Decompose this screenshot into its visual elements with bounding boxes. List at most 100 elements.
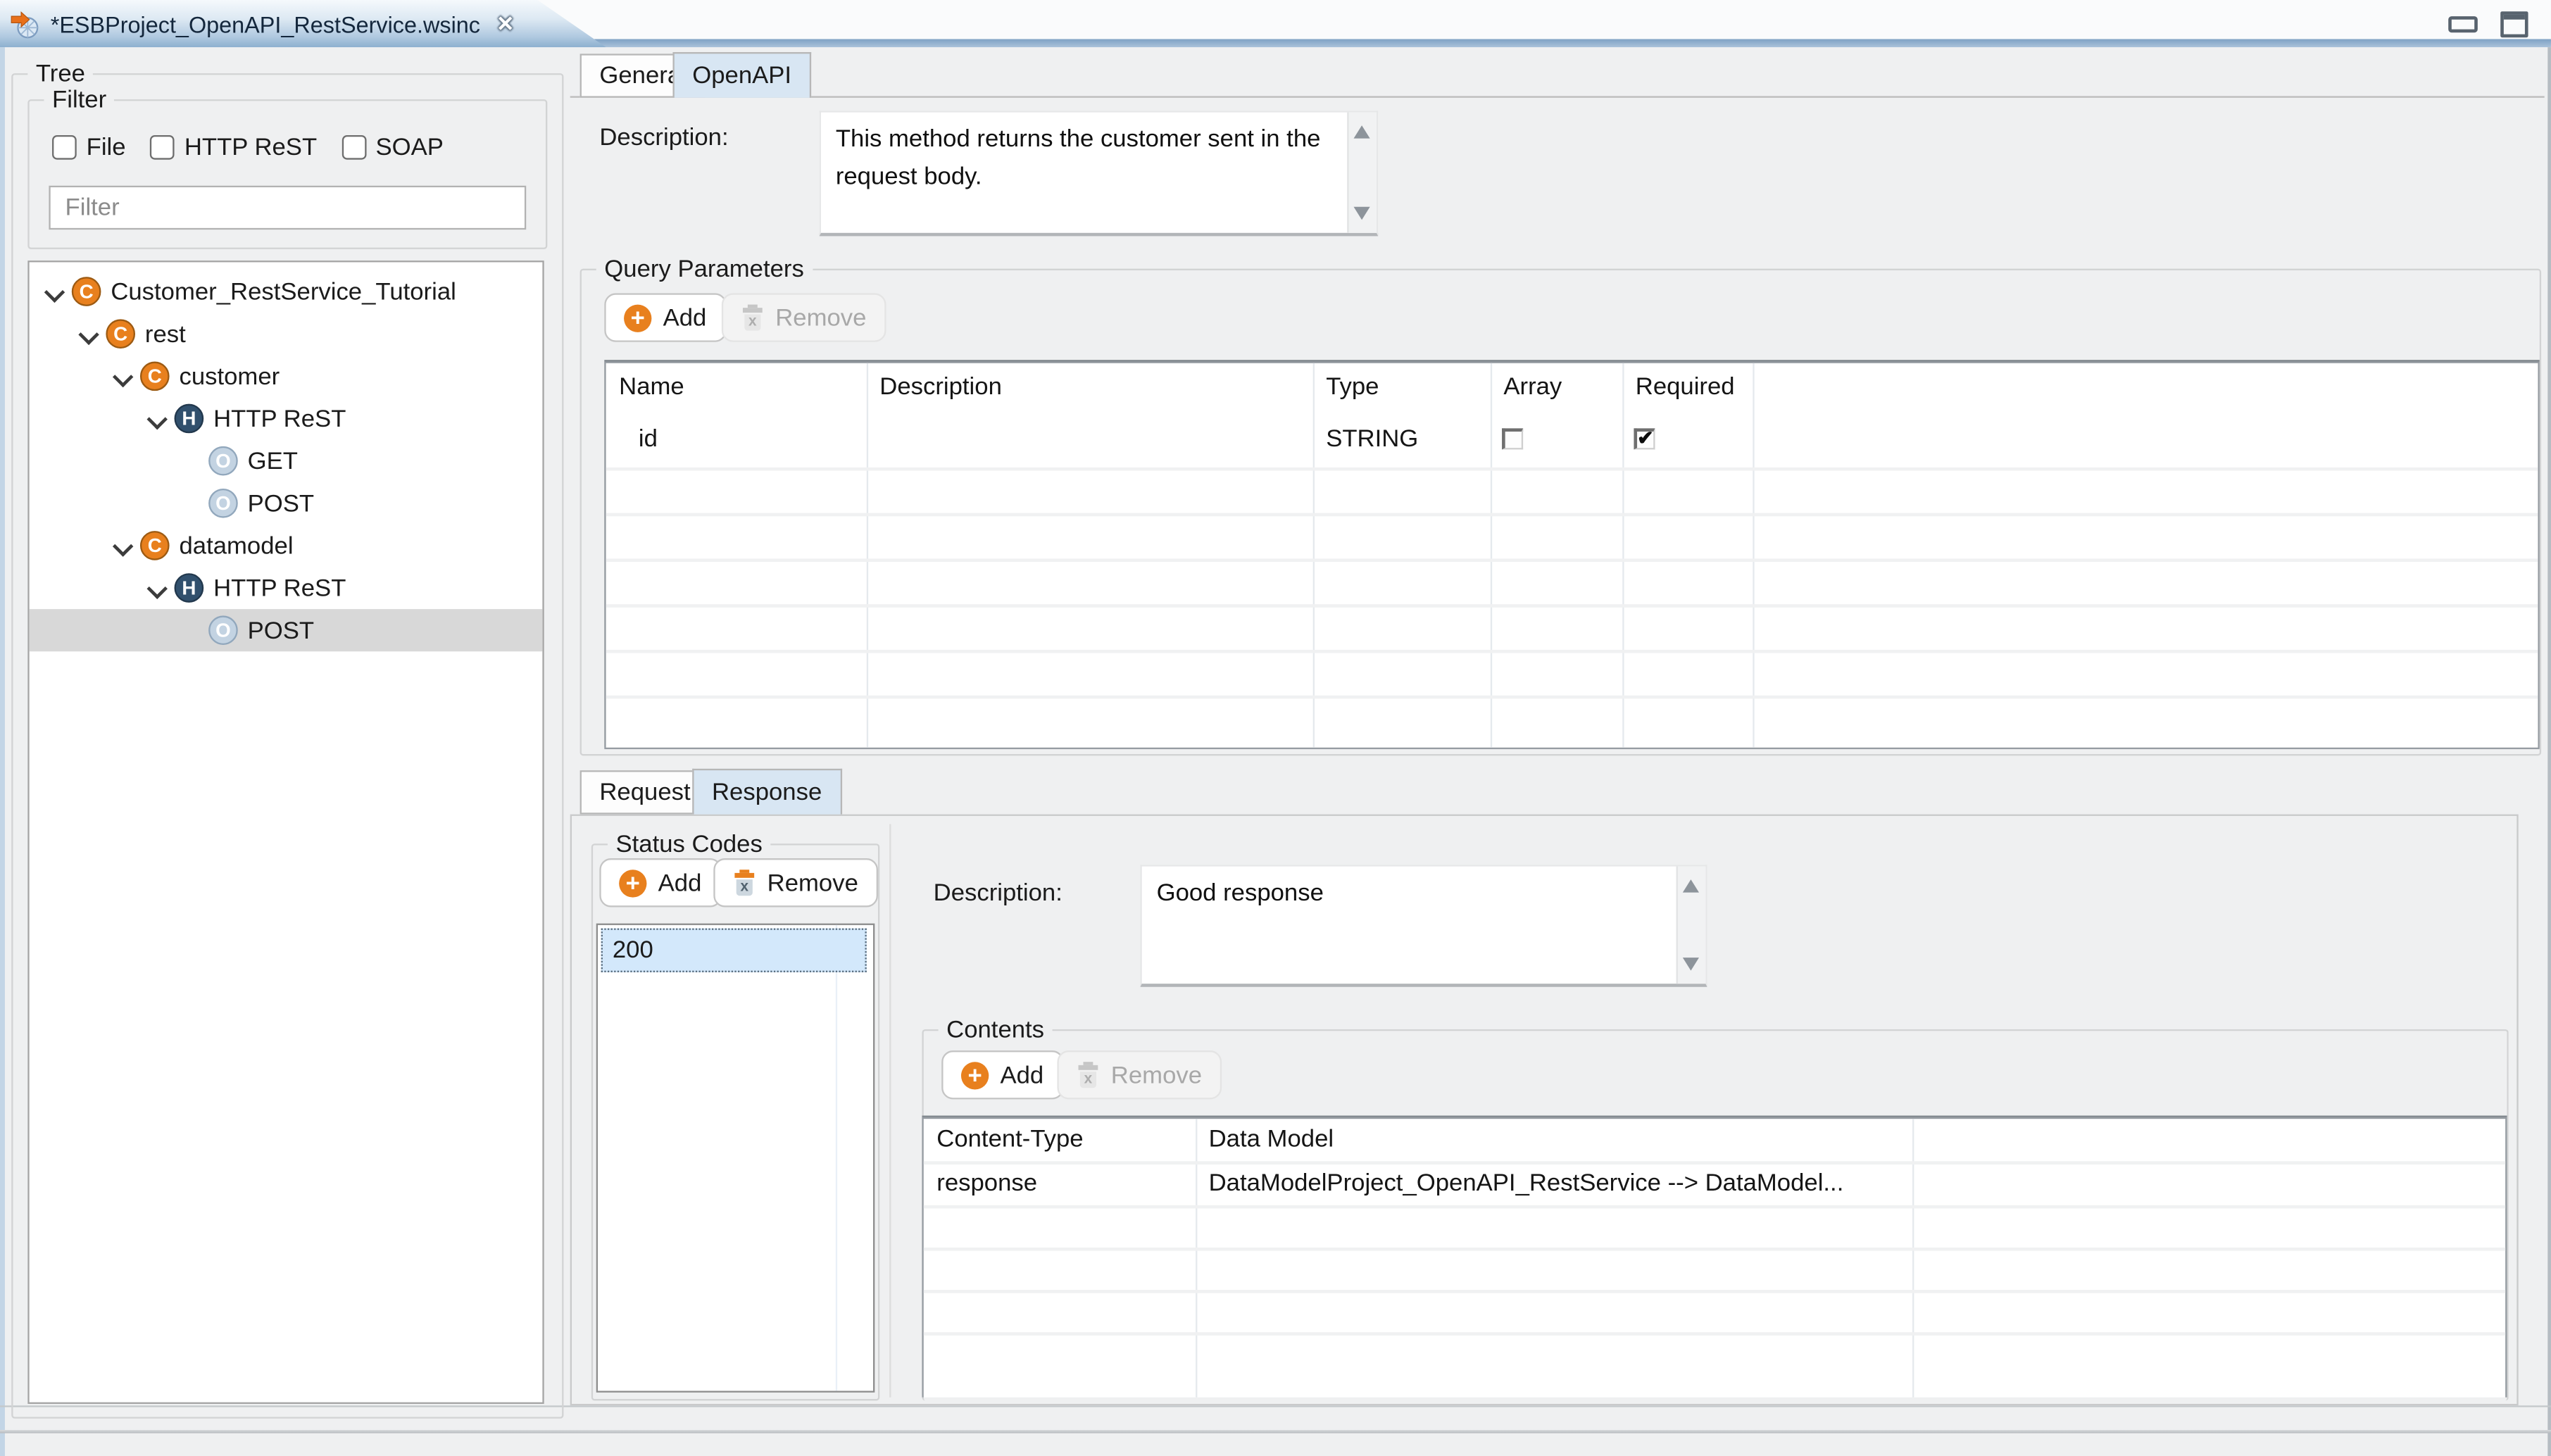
column-header-array: Array bbox=[1503, 373, 1562, 401]
status-add-button[interactable]: + Add bbox=[599, 858, 721, 907]
response-description-textarea[interactable]: Good response bbox=[1140, 865, 1707, 986]
filter-checkbox-row: File HTTP ReST SOAP bbox=[52, 134, 444, 161]
tree-list[interactable]: CCustomer_RestService_TutorialCrestCcust… bbox=[27, 261, 544, 1404]
textarea-scrollbar[interactable] bbox=[1347, 113, 1377, 233]
row-divider bbox=[924, 1205, 2505, 1209]
maximize-icon[interactable] bbox=[2500, 11, 2528, 37]
node-icon-o: O bbox=[208, 489, 238, 518]
close-icon[interactable]: ✕ bbox=[496, 11, 514, 37]
trash-icon: x bbox=[733, 869, 756, 896]
tree-node-http-rest[interactable]: HHTTP ReST bbox=[30, 567, 543, 609]
chevron-down-icon[interactable] bbox=[111, 534, 135, 558]
tree-node-label: POST bbox=[248, 489, 314, 517]
tree-node-customer[interactable]: Ccustomer bbox=[30, 355, 543, 397]
contents-table[interactable]: Content-TypeData ModelresponseDataModelP… bbox=[922, 1117, 2507, 1398]
tree-node-post[interactable]: OPOST bbox=[30, 609, 543, 651]
tree-node-label: datamodel bbox=[179, 532, 293, 559]
tree-node-get[interactable]: OGET bbox=[30, 440, 543, 482]
tree-node-label: HTTP ReST bbox=[213, 405, 346, 432]
row-divider bbox=[606, 467, 2538, 471]
scroll-up-icon[interactable] bbox=[1354, 125, 1370, 139]
response-description-label: Description: bbox=[934, 879, 1063, 907]
checkbox-http-rest[interactable] bbox=[150, 135, 175, 160]
row-divider bbox=[924, 1290, 2505, 1293]
row-divider bbox=[606, 558, 2538, 562]
contents-remove-button: x Remove bbox=[1057, 1050, 1221, 1099]
tab-response[interactable]: Response bbox=[692, 769, 841, 815]
array-checkbox[interactable] bbox=[1502, 428, 1523, 449]
chevron-down-icon[interactable] bbox=[145, 576, 170, 601]
column-divider bbox=[1313, 363, 1315, 748]
tree-group: Tree Filter FileHTTP ReSTSOAP CCustomer_… bbox=[11, 73, 563, 1419]
cell-name[interactable]: id bbox=[639, 425, 658, 453]
query-parameters-table[interactable]: NameDescriptionTypeArrayRequiredidSTRING bbox=[604, 362, 2539, 750]
tree-node-datamodel[interactable]: Cdatamodel bbox=[30, 525, 543, 567]
filter-group: Filter FileHTTP ReSTSOAP bbox=[27, 99, 547, 249]
tree-node-http-rest[interactable]: HHTTP ReST bbox=[30, 397, 543, 439]
scroll-down-icon[interactable] bbox=[1683, 958, 1699, 971]
tree-node-post[interactable]: O POST bbox=[30, 482, 543, 525]
filter-checkbox-item: SOAP bbox=[341, 134, 444, 161]
required-checkbox[interactable] bbox=[1634, 428, 1655, 449]
checkbox-file[interactable] bbox=[52, 135, 77, 160]
row-divider bbox=[924, 1161, 2505, 1165]
checkbox-label: SOAP bbox=[375, 134, 443, 161]
chevron-down-icon[interactable] bbox=[77, 322, 101, 346]
tab-request[interactable]: Request bbox=[580, 770, 710, 814]
tab-openapi[interactable]: OpenAPI bbox=[672, 52, 810, 98]
chevron-down-icon[interactable] bbox=[145, 406, 170, 431]
status-code-item[interactable]: 200 bbox=[601, 929, 867, 972]
subtab-divider bbox=[570, 96, 2545, 97]
status-add-label: Add bbox=[658, 869, 702, 896]
node-icon-c: C bbox=[140, 362, 170, 391]
contents-add-button[interactable]: + Add bbox=[941, 1050, 1063, 1099]
tree-group-label: Tree bbox=[27, 61, 93, 88]
window-right-edge bbox=[2547, 47, 2551, 1456]
row-divider bbox=[924, 1248, 2505, 1251]
status-codes-list[interactable]: 200 bbox=[596, 924, 875, 1393]
method-description-textarea[interactable]: This method returns the customer sent in… bbox=[820, 111, 1379, 236]
plus-circle-icon: + bbox=[961, 1061, 989, 1088]
cell-data-model[interactable]: DataModelProject_OpenAPI_RestService -->… bbox=[1209, 1169, 1844, 1197]
checkbox-soap[interactable] bbox=[341, 135, 366, 160]
tree-node-customer-restservice-tutorial[interactable]: C Customer_RestService_Tutorial bbox=[30, 270, 543, 313]
cell-type[interactable]: STRING bbox=[1326, 425, 1418, 453]
editor-window: *ESBProject_OpenAPI_RestService.wsinc ✕ … bbox=[0, 0, 2551, 1456]
contents-add-label: Add bbox=[1000, 1061, 1043, 1088]
editor-tabbar: *ESBProject_OpenAPI_RestService.wsinc ✕ bbox=[0, 0, 2551, 47]
panel-sash[interactable] bbox=[889, 824, 891, 1397]
tree-node-rest[interactable]: Crest bbox=[30, 313, 543, 355]
row-divider bbox=[606, 513, 2538, 517]
scroll-up-icon[interactable] bbox=[1683, 879, 1699, 893]
status-remove-button[interactable]: x Remove bbox=[713, 858, 877, 907]
query-add-button[interactable]: + Add bbox=[604, 293, 726, 341]
plus-circle-icon: + bbox=[619, 869, 646, 896]
scroll-down-icon[interactable] bbox=[1354, 207, 1370, 220]
editor-tab[interactable]: *ESBProject_OpenAPI_RestService.wsinc ✕ bbox=[0, 0, 606, 47]
column-divider bbox=[1491, 363, 1492, 748]
plus-circle-icon: + bbox=[624, 303, 651, 331]
column-header-required: Required bbox=[1636, 373, 1735, 401]
column-divider bbox=[1622, 363, 1624, 748]
row-divider bbox=[606, 650, 2538, 653]
minimize-icon[interactable] bbox=[2448, 16, 2478, 32]
filter-input[interactable] bbox=[49, 186, 526, 230]
tree-node-label: customer bbox=[179, 363, 280, 390]
filter-checkbox-item: HTTP ReST bbox=[150, 134, 317, 161]
window-bottom-divider bbox=[0, 1430, 2551, 1433]
node-icon-o: O bbox=[208, 446, 238, 476]
tree-node-label: Customer_RestService_Tutorial bbox=[111, 277, 456, 305]
node-icon-c: C bbox=[106, 319, 135, 349]
web-service-icon bbox=[10, 8, 41, 39]
chevron-down-icon[interactable] bbox=[111, 364, 135, 389]
node-icon-c: C bbox=[72, 277, 101, 306]
contents-remove-label: Remove bbox=[1111, 1061, 1202, 1088]
cell-content-type[interactable]: response bbox=[936, 1169, 1037, 1197]
tree-node-label: POST bbox=[248, 617, 314, 644]
query-remove-button: x Remove bbox=[722, 293, 886, 341]
textarea-scrollbar[interactable] bbox=[1676, 867, 1706, 984]
chevron-down-icon[interactable] bbox=[42, 280, 67, 304]
filter-group-label: Filter bbox=[44, 87, 114, 114]
filter-checkbox-item: File bbox=[52, 134, 126, 161]
column-header-description: Description bbox=[879, 373, 1002, 401]
